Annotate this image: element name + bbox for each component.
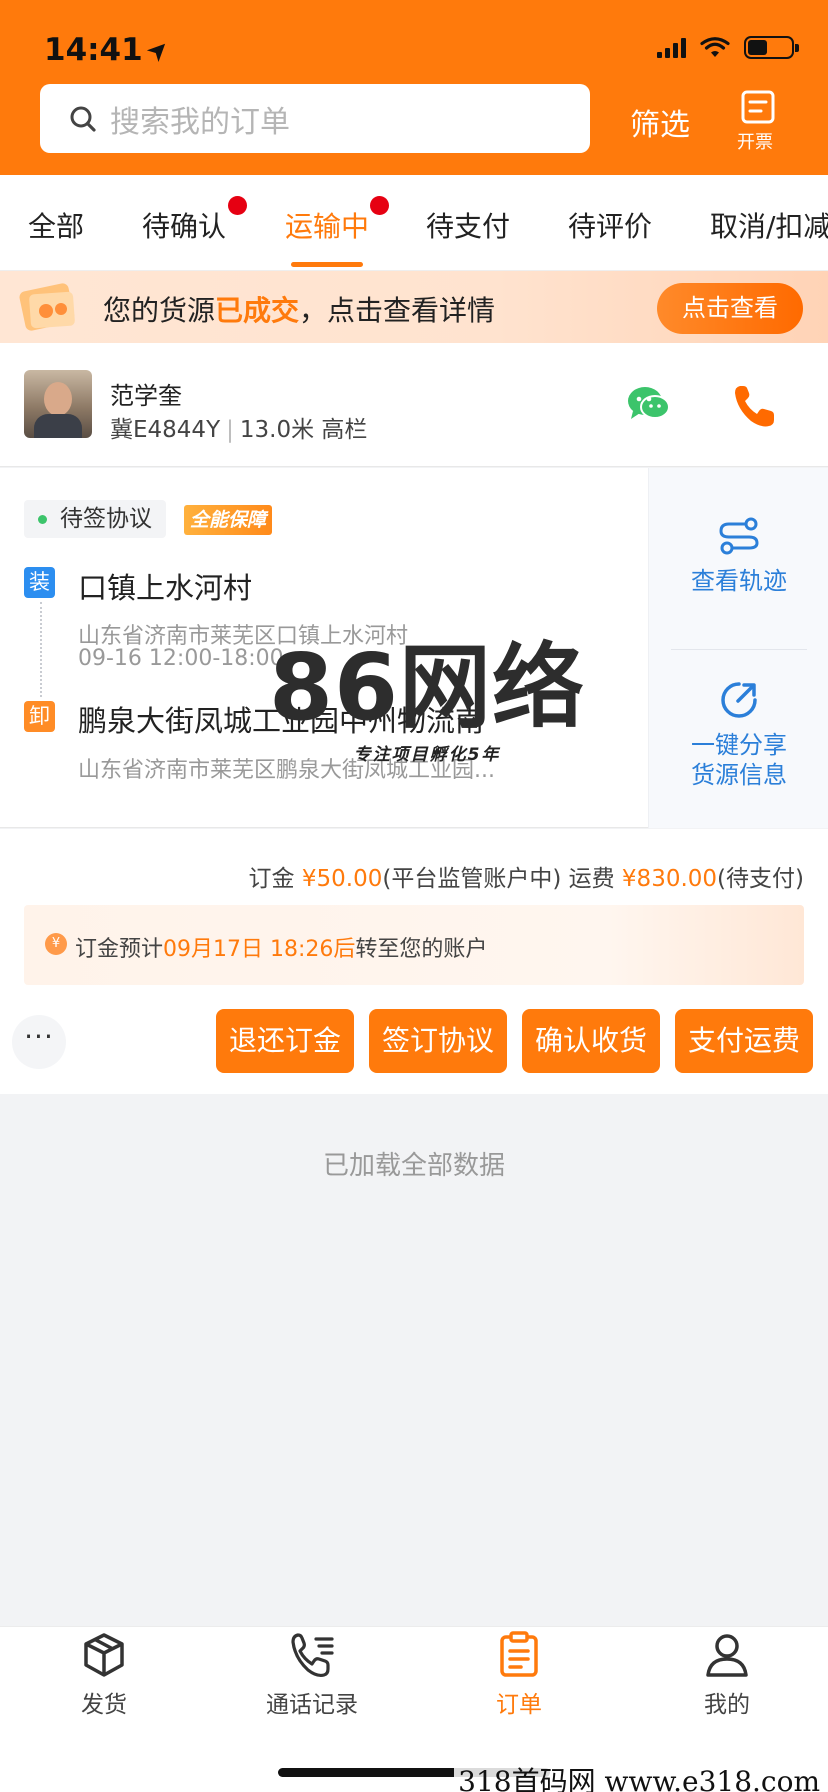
side-divider <box>671 649 807 650</box>
invoice-label: 开票 <box>737 132 773 153</box>
confirm-receipt-button[interactable]: 确认收货 <box>522 1009 660 1073</box>
banner-text: 您的货源已成交，点击查看详情 <box>103 294 496 327</box>
guarantee-badge: 全能保障 <box>184 505 273 535</box>
location-arrow-icon: ➤ <box>139 32 177 69</box>
wechat-icon[interactable] <box>625 383 671 423</box>
nav-profile[interactable]: 我的 <box>657 1631 797 1719</box>
tab-in-transit[interactable]: 运输中 <box>285 205 369 245</box>
refund-deposit-button[interactable]: 退还订金 <box>216 1009 354 1073</box>
clipboard-icon <box>500 1631 538 1677</box>
battery-icon <box>744 36 799 59</box>
route-track-icon <box>719 517 759 555</box>
search-placeholder: 搜索我的订单 <box>110 104 290 140</box>
tab-pending-confirm[interactable]: 待确认 <box>142 205 226 245</box>
yen-icon: ¥ <box>45 933 67 955</box>
nav-orders[interactable]: 订单 <box>449 1631 589 1719</box>
tab-in-transit-badge <box>370 196 389 215</box>
sign-agreement-button[interactable]: 签订协议 <box>369 1009 507 1073</box>
signal-icon <box>657 37 686 58</box>
load-time: 09-16 12:00-18:00 <box>78 646 284 671</box>
list-end-text: 已加载全部数据 <box>322 1151 505 1181</box>
share-icon <box>721 682 757 718</box>
share-cargo-button[interactable]: 一键分享 货源信息 <box>649 680 828 790</box>
view-track-button[interactable]: 查看轨迹 <box>649 516 828 596</box>
driver-card[interactable]: 范学奎 冀E4844Y | 13.0米 高栏 <box>0 343 828 467</box>
deposit-notice-text: 订金预计09月17日 18:26后转至您的账户 <box>75 937 488 962</box>
driver-avatar <box>24 370 92 438</box>
order-tabs: 全部 待确认 运输中 待支付 待评价 取消/扣减 <box>0 175 828 271</box>
search-input[interactable]: 搜索我的订单 <box>40 84 590 153</box>
unload-title: 鹏泉大街凤城工业园中州物流南 <box>78 704 485 738</box>
user-icon <box>706 1634 748 1677</box>
tab-pending-payment[interactable]: 待支付 <box>426 205 510 245</box>
share-label-line2: 货源信息 <box>691 761 787 789</box>
tab-pending-review[interactable]: 待评价 <box>568 205 652 245</box>
driver-name: 范学奎 <box>110 382 182 410</box>
tab-cancelled[interactable]: 取消/扣减 <box>710 205 828 245</box>
phone-icon[interactable] <box>731 383 777 429</box>
deal-badge-icon <box>19 283 75 331</box>
search-icon <box>70 106 96 132</box>
app-header: 14:41➤ 搜索我的订单 筛选 开票 <box>0 0 828 175</box>
tab-all[interactable]: 全部 <box>28 205 84 245</box>
unload-address: 山东省济南市莱芜区鹏泉大街凤城工业园... <box>78 758 495 783</box>
status-time: 14:41➤ <box>44 32 177 69</box>
site-watermark: 318首码网 www.e318.com <box>454 1760 824 1792</box>
nav-ship[interactable]: 发货 <box>34 1631 174 1719</box>
wifi-icon <box>700 36 730 57</box>
tab-pending-confirm-badge <box>228 196 247 215</box>
view-details-button[interactable]: 点击查看 <box>657 283 803 334</box>
nav-call-log[interactable]: 通话记录 <box>242 1631 382 1719</box>
fee-summary: 订金 ¥50.00(平台监管账户中) 运费 ¥830.00(待支付) <box>248 866 804 892</box>
route-line <box>40 602 42 697</box>
invoice-icon <box>741 90 775 124</box>
deal-banner[interactable]: 您的货源已成交，点击查看详情 点击查看 <box>0 271 828 343</box>
view-track-label: 查看轨迹 <box>691 567 787 595</box>
more-actions-button[interactable]: ··· <box>12 1015 66 1069</box>
deposit-notice: ¥ 订金预计09月17日 18:26后转至您的账户 <box>24 905 804 985</box>
order-card[interactable]: 待签协议 全能保障 装 口镇上水河村 山东省济南市莱芜区口镇上水河村 09-16… <box>0 468 828 828</box>
invoice-button[interactable]: 开票 <box>736 90 780 154</box>
active-tab-indicator <box>291 262 363 267</box>
status-icons <box>657 36 799 59</box>
payment-section: 订金 ¥50.00(平台监管账户中) 运费 ¥830.00(待支付) ¥ 订金预… <box>0 829 828 1094</box>
unload-tag: 卸 <box>24 701 55 732</box>
order-side-actions: 查看轨迹 一键分享 货源信息 <box>648 468 828 828</box>
pay-freight-button[interactable]: 支付运费 <box>675 1009 813 1073</box>
load-tag: 装 <box>24 567 55 598</box>
load-title: 口镇上水河村 <box>78 571 253 605</box>
share-label-line1: 一键分享 <box>691 731 787 759</box>
phone-list-icon <box>291 1633 334 1678</box>
box-icon <box>84 1633 124 1677</box>
filter-button[interactable]: 筛选 <box>630 100 690 144</box>
vehicle-info: 冀E4844Y | 13.0米 高栏 <box>110 417 368 443</box>
status-badge: 待签协议 <box>24 500 166 538</box>
